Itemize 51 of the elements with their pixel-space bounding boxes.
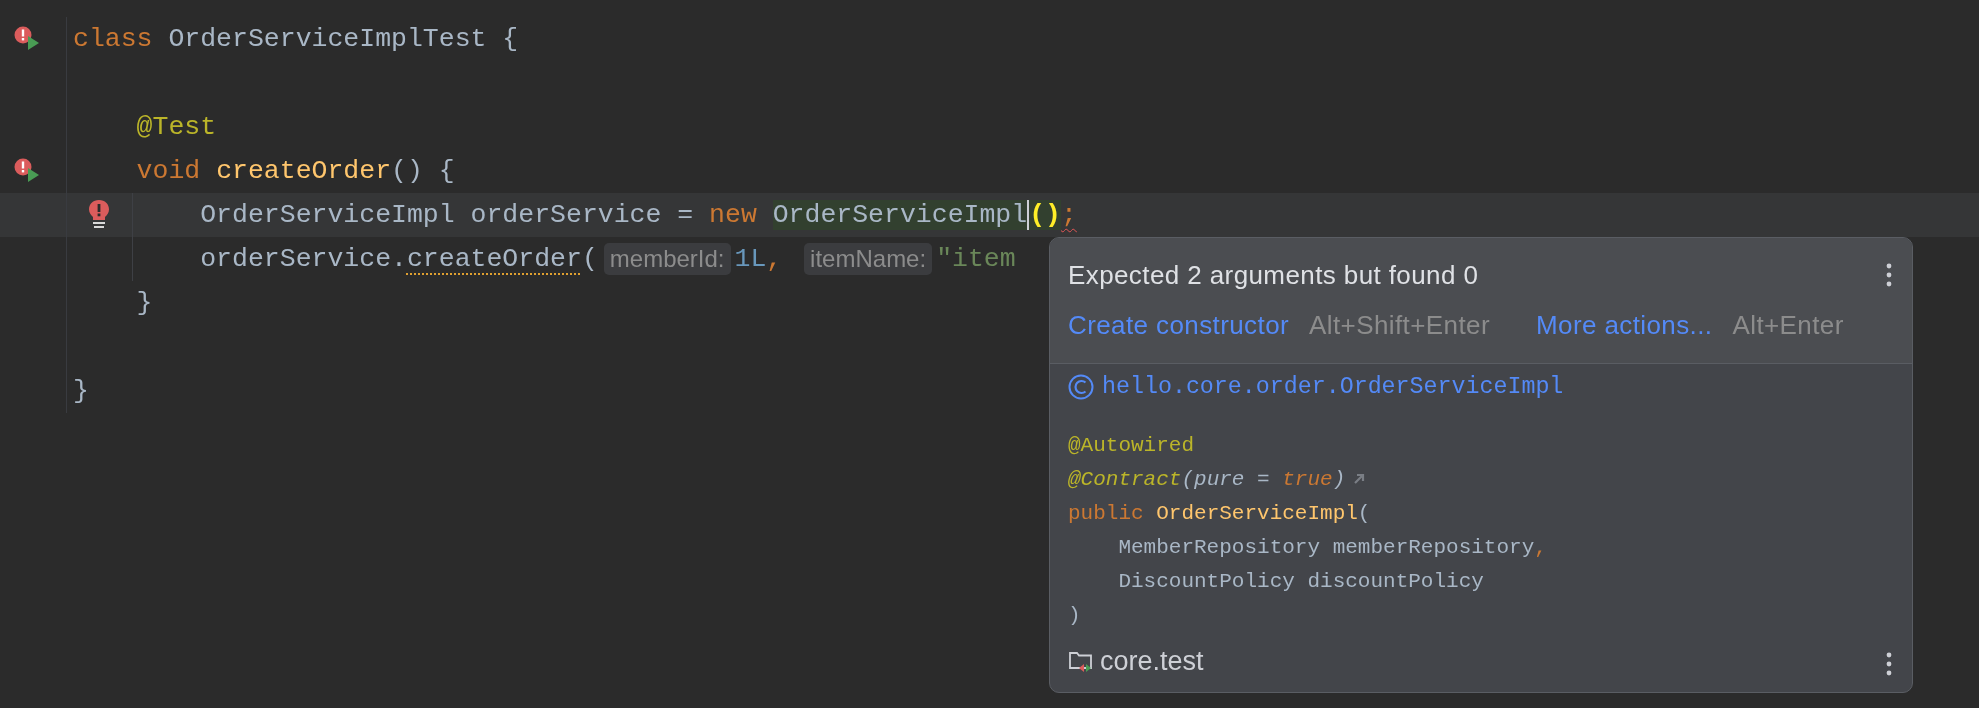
type-name: MemberRepository [1118,535,1321,559]
code-text: { [502,24,519,54]
code-text: memberRepository [1332,535,1535,559]
parameter-hint: itemName: [804,243,933,275]
error-run-icon [14,26,40,50]
keyword: true [1282,467,1333,491]
keyword: void [136,156,201,186]
more-options-icon[interactable] [1886,263,1892,287]
annotation: @Autowired [1068,433,1195,457]
class-icon [1068,374,1094,400]
module-folder-icon [1068,649,1094,673]
code-text: orderService. [200,244,407,274]
code-text: ( [1357,501,1371,525]
method-call: createOrder [406,244,582,274]
class-link[interactable]: hello.core.order.OrderServiceImpl [1102,374,1564,400]
annotation: @Contract [1068,467,1182,491]
class-name: OrderServiceImplTest [168,24,487,54]
action-link[interactable]: Create constructor [1068,309,1290,341]
method-name: createOrder [216,156,392,186]
string-literal: "item [936,244,1016,274]
more-options-icon[interactable] [1886,652,1892,676]
text-cursor [1027,200,1030,230]
number-literal: 1L [734,244,767,274]
code-text: } [136,288,153,318]
error-run-icon [14,158,40,182]
semicolon: ; [1060,200,1077,230]
code-text: OrderServiceImpl orderService = [200,200,694,230]
code-text: ( [581,244,598,274]
annotation: @Test [136,112,217,142]
keyword: class [73,24,153,54]
keyword: public [1068,501,1144,525]
error-message: Expected 2 arguments but found 0 [1068,259,1479,291]
module-name: core.test [1100,645,1204,677]
parameter-hint: memberId: [603,243,731,275]
code-text: discountPolicy [1307,569,1484,593]
action-link[interactable]: More actions... [1535,309,1713,341]
code-text: () { [391,156,455,186]
shortcut-hint: Alt+Enter [1732,309,1844,341]
keyword: , [1534,535,1547,559]
shortcut-hint: Alt+Shift+Enter [1309,309,1490,341]
keyword: , [766,244,783,274]
code-text: ) [1332,467,1346,491]
code-text: (pure = [1181,467,1270,491]
keyword: new [709,200,757,230]
error-bulb-icon [88,199,110,229]
method-name: OrderServiceImpl [1156,501,1358,525]
code-text: ) [1068,603,1081,627]
code-text: } [73,376,89,406]
class-name: OrderServiceImpl [772,200,1028,230]
parentheses: () [1029,200,1061,230]
type-name: DiscountPolicy [1118,569,1295,593]
